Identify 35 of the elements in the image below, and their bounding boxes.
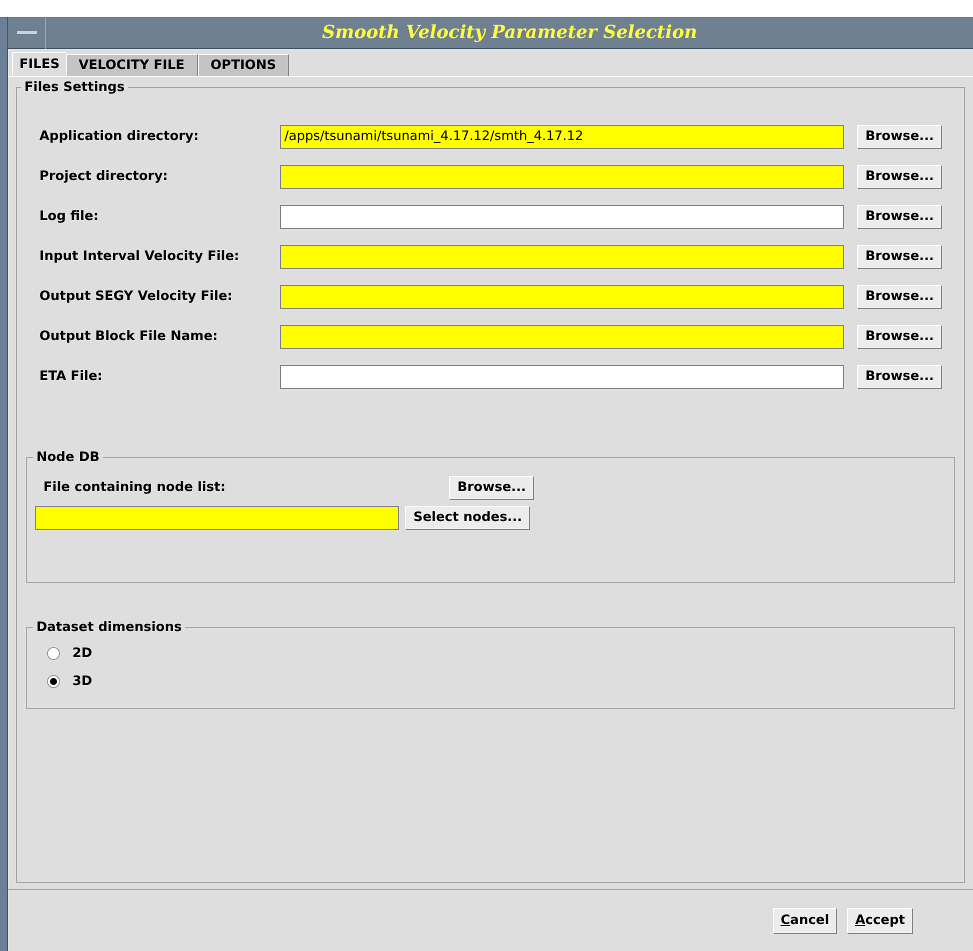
path-field[interactable] — [280, 285, 844, 309]
field-label: Output SEGY Velocity File: — [39, 288, 234, 306]
browse-button[interactable]: Browse... — [857, 165, 942, 189]
browse-button[interactable]: Browse... — [857, 125, 942, 149]
field-label: ETA File: — [39, 368, 104, 386]
path-field[interactable] — [280, 365, 844, 389]
field-label: Project directory: — [39, 168, 169, 186]
radio-button[interactable] — [47, 647, 60, 660]
tab[interactable]: VELOCITY FILE — [66, 54, 198, 76]
field-label: Log file: — [39, 208, 100, 226]
radio-label: 3D — [72, 672, 92, 690]
dialog-button[interactable]: Accept — [847, 908, 913, 934]
browse-button[interactable]: Browse... — [857, 205, 942, 229]
browse-button[interactable]: Browse... — [857, 325, 942, 349]
path-field[interactable] — [280, 165, 844, 189]
path-field[interactable]: /apps/tsunami/tsunami_4.17.12/smth_4.17.12 — [280, 125, 844, 149]
browse-button[interactable]: Browse... — [857, 245, 942, 269]
field-label: Application directory: — [39, 128, 200, 146]
node-list-field[interactable] — [35, 506, 400, 530]
path-field[interactable] — [280, 245, 844, 269]
radio-button[interactable] — [47, 674, 60, 688]
browse-button[interactable]: Browse... — [857, 365, 942, 389]
browse-button[interactable]: Browse... — [449, 476, 534, 500]
browse-button[interactable]: Browse... — [857, 285, 942, 309]
tab[interactable]: OPTIONS — [198, 54, 290, 76]
window-title: Smooth Velocity Parameter Selection — [321, 21, 698, 45]
field-label: File containing node list: — [43, 479, 227, 498]
field-label: Output Block File Name: — [39, 328, 219, 346]
dialog-button[interactable]: Cancel — [772, 908, 838, 934]
radio-label: 2D — [72, 645, 92, 663]
path-field[interactable] — [280, 325, 844, 349]
select-nodes-button[interactable]: Select nodes... — [405, 506, 530, 530]
path-field[interactable] — [280, 205, 844, 229]
field-label: Input Interval Velocity File: — [39, 248, 240, 266]
tab[interactable]: FILES — [12, 52, 66, 76]
